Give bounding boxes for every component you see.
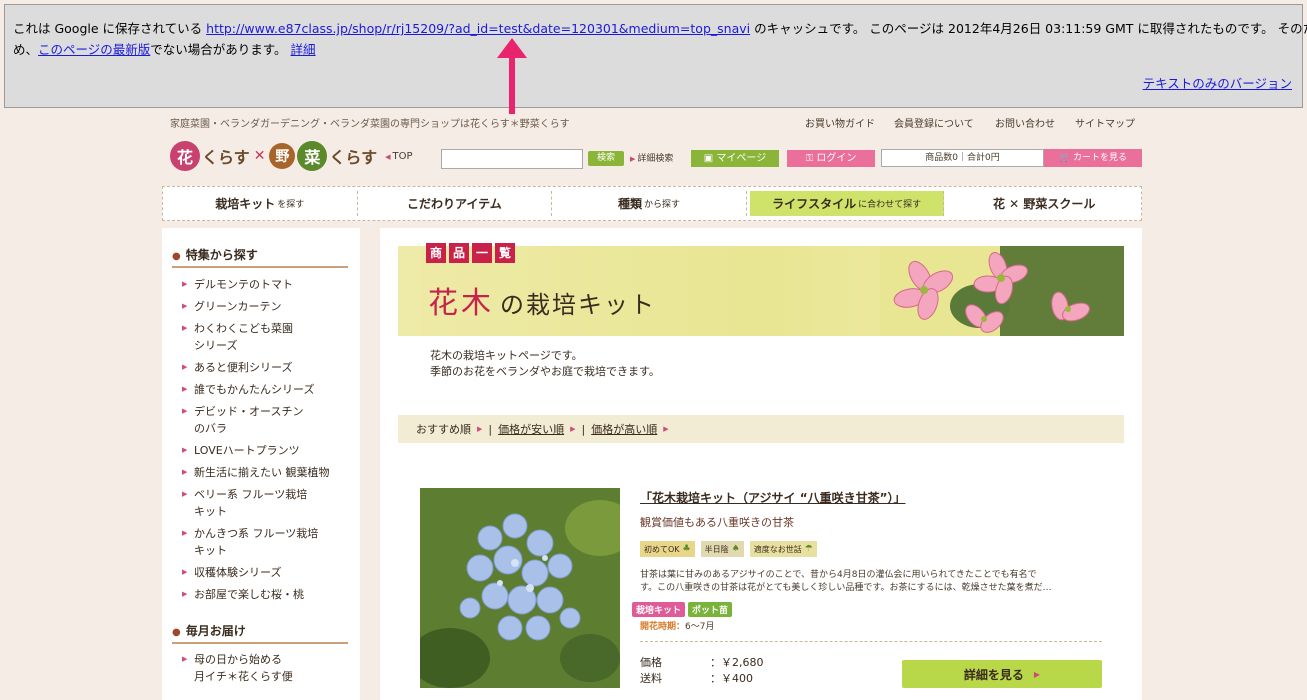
cart-icon: 🛒	[1058, 153, 1074, 163]
bloom-period: 開花時期：6〜7月	[640, 622, 715, 632]
sidebar-item[interactable]: デルモンテのトマト	[182, 276, 352, 293]
sort-price-low[interactable]: 価格が安い順	[498, 421, 564, 437]
nav-lifestyle[interactable]: ライフスタイル に合わせて探す	[749, 191, 945, 216]
cache-notice-line1: これは Google に保存されている http://www.e87class.…	[13, 21, 1307, 36]
latest-version-link[interactable]: このページの最新版	[38, 42, 150, 57]
corn-icon: ♣	[682, 544, 691, 554]
google-cache-banner: これは Google に保存されている http://www.e87class.…	[4, 4, 1307, 108]
site-logo[interactable]: 花 くらす ✕ 野 菜 くらす TOP	[170, 135, 413, 177]
logo-ya-mark: 野	[269, 143, 296, 169]
triangle-right-icon: ▶	[1033, 669, 1041, 679]
annotation-arrow	[497, 38, 527, 114]
sidebar-item[interactable]: 誰でもかんたんシリーズ	[182, 381, 352, 398]
plant-pot-icon: ♠	[731, 544, 740, 554]
nav-items[interactable]: こだわりアイテム	[358, 191, 553, 216]
details-link[interactable]: 詳細	[291, 42, 316, 57]
kit-tag: 栽培キット	[632, 602, 686, 617]
logo-hana-mark: 花	[170, 141, 200, 171]
divider	[640, 641, 1102, 642]
view-cart-button[interactable]: 🛒 カートを見る	[1044, 149, 1142, 167]
sidebar-item[interactable]: あると便利シリーズ	[182, 359, 352, 376]
cart-summary: 商品数0｜合計0円	[881, 149, 1044, 167]
shipping-value: ：￥400	[710, 672, 753, 685]
beginner-ok-badge: 初めてOK ♣	[640, 541, 695, 557]
watering-can-icon: ☂	[804, 544, 813, 554]
view-details-button[interactable]: 詳細を見る ▶	[902, 660, 1102, 688]
hydrangea-product-image[interactable]	[420, 488, 620, 688]
sidebar-item[interactable]: ベリー系 フルーツ栽培 キット	[182, 486, 352, 520]
site-tagline: 家庭菜園・ベランダガーデニング・ベランダ菜園の専門ショップは花くらす＊野菜くらす	[170, 119, 570, 130]
key-icon: ⚿	[805, 153, 817, 164]
pot-seedling-tag: ポット苗	[688, 602, 733, 617]
sort-price-high[interactable]: 価格が高い順	[591, 421, 657, 437]
top-link[interactable]: TOP	[385, 151, 413, 162]
member-link[interactable]: 会員登録について	[894, 115, 974, 130]
text-only-version-link[interactable]: テキストのみのバージョン	[1143, 73, 1292, 92]
nav-school[interactable]: 花 ✕ 野菜スクール	[947, 191, 1141, 216]
mypage-button[interactable]: ▣ マイページ	[691, 150, 779, 167]
triangle-right-icon: ▶	[570, 425, 576, 433]
moderate-care-badge: 適度なお世話 ☂	[749, 541, 817, 557]
sidebar-item[interactable]: グリーンカーテン	[182, 298, 352, 315]
nav-kit[interactable]: 栽培キット を探す	[163, 191, 358, 216]
product-list-tag: 商 品 一 覧	[426, 243, 515, 263]
page-title: 花木 の栽培キット	[428, 286, 656, 321]
sidebar-item[interactable]: 新生活に揃えたい 観葉植物	[182, 464, 352, 481]
sidebar-section-monthly: 毎月お届け	[172, 622, 348, 644]
category-intro: 花木の栽培キットページです。 季節のお花をベランダやお庭で栽培できます。	[430, 349, 660, 378]
product-title-link[interactable]: 「花木栽培キット（アジサイ “八重咲き甘茶”）」	[640, 489, 905, 506]
product-description: 甘茶は葉に甘みのあるアジサイのことで、昔から4月8日の灌仏会に用いられてきたこと…	[640, 570, 1052, 593]
main-content: 商 品 一 覧 花木 の栽培キット 花木の栽培キットページです。 季節のお花をベ…	[380, 228, 1142, 700]
sidebar: 特集から探す デルモンテのトマト グリーンカーテン わくわくこども菜園 シリーズ…	[162, 228, 360, 700]
guide-link[interactable]: お買い物ガイド	[805, 115, 875, 130]
main-navigation: 栽培キット を探す こだわりアイテム 種類 から探す ライフスタイル に合わせて探す …	[162, 186, 1142, 221]
sidebar-item[interactable]: かんきつ系 フルーツ栽培 キット	[182, 525, 352, 559]
cache-notice-line2: め、このページの最新版でない場合があります。 詳細	[13, 42, 316, 57]
sidebar-section-feature: 特集から探す	[172, 246, 348, 268]
product-tags: 栽培キット ポット苗	[632, 602, 733, 617]
sitemap-link[interactable]: サイトマップ	[1075, 115, 1135, 130]
search-button[interactable]: 検索	[588, 151, 624, 166]
partial-shade-badge: 半日陰 ♠	[700, 541, 744, 557]
triangle-right-icon: ▶	[477, 425, 483, 433]
contact-link[interactable]: お問い合わせ	[995, 115, 1055, 130]
price-value: ：￥2,680	[710, 656, 764, 669]
dogwood-flowers-image	[880, 246, 1124, 336]
login-button[interactable]: ⚿ ログイン	[787, 150, 875, 167]
nav-types[interactable]: 種類 から探す	[552, 191, 747, 216]
monthly-list: 母の日から始める 月イチ＊花くらす便	[182, 651, 352, 690]
product-subtitle: 観賞価値もある八重咲きの甘茶	[640, 516, 794, 529]
search-input[interactable]	[441, 149, 583, 169]
category-banner: 商 品 一 覧 花木 の栽培キット	[398, 243, 1124, 336]
sort-bar: おすすめ順 ▶ | 価格が安い順 ▶ | 価格が高い順 ▶	[398, 415, 1124, 443]
feature-list: デルモンテのトマト グリーンカーテン わくわくこども菜園 シリーズ あると便利シ…	[182, 276, 352, 608]
product-badges: 初めてOK ♣ 半日陰 ♠ 適度なお世話 ☂	[640, 541, 817, 557]
cached-url-link[interactable]: http://www.e87class.jp/shop/r/rj15209/?a…	[206, 21, 750, 36]
sidebar-item[interactable]: LOVEハートプランツ	[182, 442, 352, 459]
advanced-search-link[interactable]: 詳細検索	[630, 151, 673, 164]
monitor-icon: ▣	[703, 153, 717, 164]
sidebar-item[interactable]: 収穫体験シリーズ	[182, 564, 352, 581]
sidebar-item[interactable]: デビッド・オースチン のバラ	[182, 403, 352, 437]
sidebar-item[interactable]: お部屋で楽しむ桜・桃	[182, 586, 352, 603]
triangle-right-icon: ▶	[663, 425, 669, 433]
sidebar-item[interactable]: わくわくこども菜園 シリーズ	[182, 320, 352, 354]
sidebar-item[interactable]: 母の日から始める 月イチ＊花くらす便	[182, 651, 352, 685]
sort-recommended[interactable]: おすすめ順	[416, 421, 471, 437]
price-info: 価格 ：￥2,680 送料 ：￥400	[640, 656, 764, 685]
logo-sai-mark: 菜	[297, 141, 328, 171]
